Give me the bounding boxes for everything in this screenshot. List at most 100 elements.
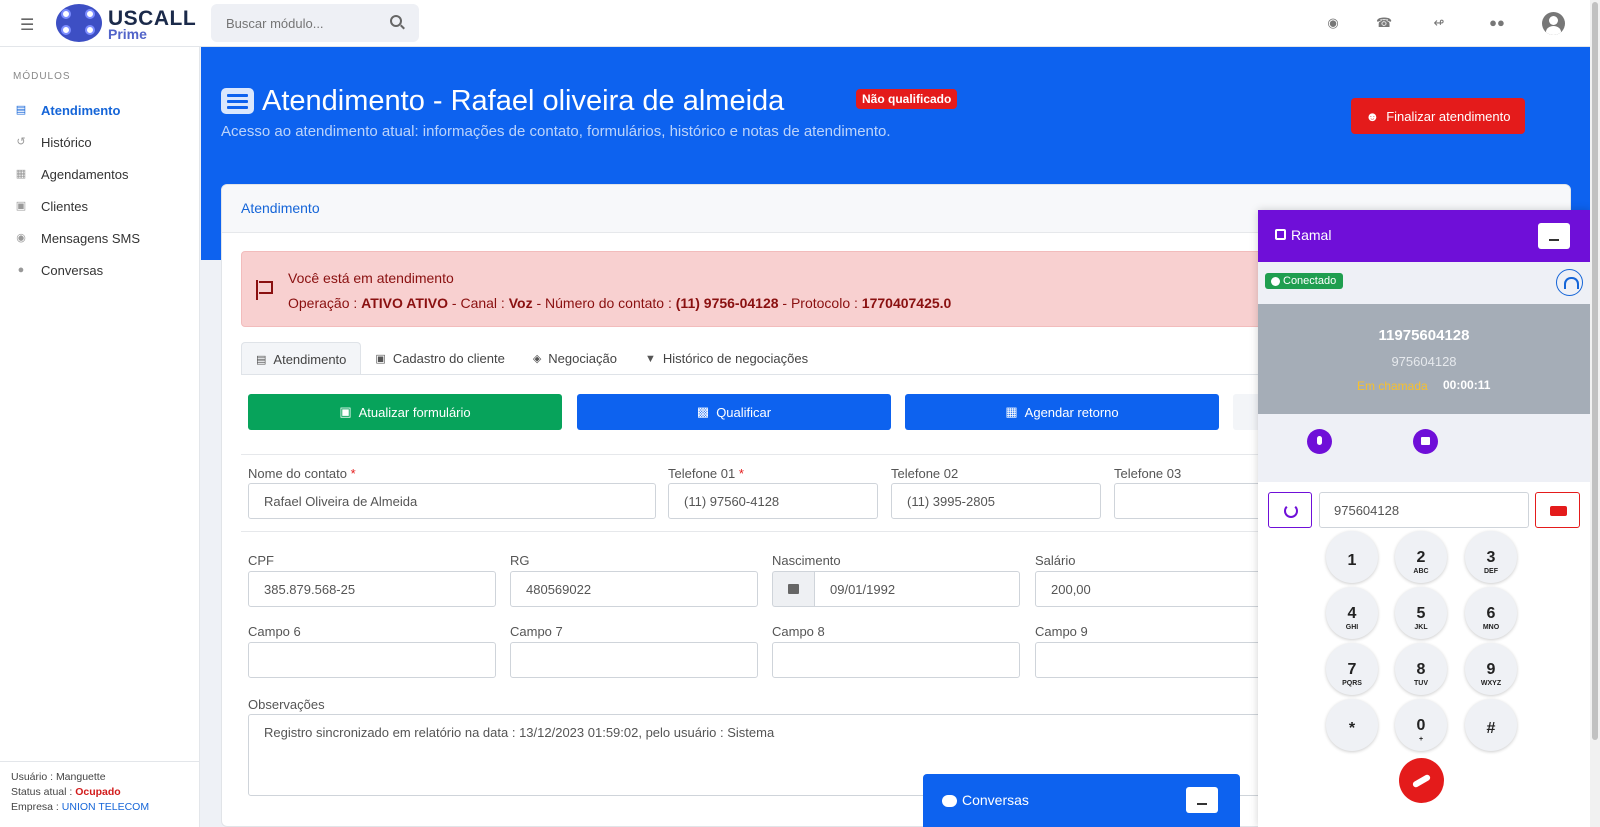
speaker-icon[interactable] xyxy=(1413,429,1438,454)
finalizar-atendimento-button[interactable]: ☻ Finalizar atendimento xyxy=(1351,98,1525,134)
flag-icon xyxy=(256,280,274,300)
sidebar-item-clientes[interactable]: ▣ Clientes xyxy=(0,193,200,219)
rg-label: RG xyxy=(510,553,530,568)
tel3-field[interactable] xyxy=(1114,483,1274,519)
tel2-field[interactable]: (11) 3995-2805 xyxy=(891,483,1101,519)
hangup-button[interactable] xyxy=(1399,758,1444,803)
dial-key[interactable]: * xyxy=(1326,699,1378,751)
dial-key-digit: * xyxy=(1348,720,1356,737)
ramal-title: Ramal xyxy=(1291,227,1332,243)
tel1-field[interactable]: (11) 97560-4128 xyxy=(668,483,878,519)
tab-cadastro-cliente[interactable]: ▣ Cadastro do cliente xyxy=(361,342,518,375)
tel3-label: Telefone 03 xyxy=(1114,466,1182,481)
campo8-label: Campo 8 xyxy=(772,624,825,639)
phone-icon[interactable]: ☎ xyxy=(1376,15,1392,31)
cpf-label: CPF xyxy=(248,553,274,568)
logo-mark-icon xyxy=(56,4,102,42)
sidebar-item-atendimento[interactable]: ▤ Atendimento xyxy=(0,97,200,123)
list-icon xyxy=(221,88,254,114)
bell-icon[interactable]: ◉ xyxy=(1325,15,1341,31)
call-number: 11975604128 xyxy=(1378,327,1470,344)
dial-key[interactable]: 7 PQRS xyxy=(1326,643,1378,695)
sidebar-item-agendamentos[interactable]: ▦ Agendamentos xyxy=(0,161,200,187)
tab-historico-negociacoes[interactable]: ▼ Histórico de negociações xyxy=(631,342,822,375)
handshake-icon[interactable]: ↫ xyxy=(1431,15,1447,31)
conversas-widget[interactable]: Conversas xyxy=(923,774,1240,827)
search-icon[interactable] xyxy=(390,15,402,27)
dial-key[interactable]: 8 TUV xyxy=(1395,643,1447,695)
dial-key[interactable]: 3 DEF xyxy=(1465,531,1517,583)
alert-title: Você está em atendimento xyxy=(288,270,454,286)
numero-label: - Número do contato : xyxy=(532,295,676,311)
campo9-label: Campo 9 xyxy=(1035,624,1088,639)
sidebar-item-label: Mensagens SMS xyxy=(41,230,140,246)
campo6-field[interactable] xyxy=(248,642,496,678)
list-icon: ▤ xyxy=(256,353,267,366)
finalizar-label: Finalizar atendimento xyxy=(1386,108,1511,124)
logo[interactable]: USCALL Prime xyxy=(56,3,196,43)
nascimento-field[interactable]: 09/01/1992 xyxy=(814,571,1020,607)
cpf-field[interactable]: 385.879.568-25 xyxy=(248,571,496,607)
dial-key-letters: PQRS xyxy=(1342,679,1362,687)
status-line: Status atual : Ocupado xyxy=(11,785,189,800)
rg-field[interactable]: 480569022 xyxy=(510,571,758,607)
salario-field[interactable]: 200,00 xyxy=(1035,571,1274,607)
qualificar-button[interactable]: ▩ Qualificar xyxy=(577,394,891,430)
required-mark: * xyxy=(350,466,356,481)
microphone-icon[interactable] xyxy=(1307,429,1332,454)
dial-key[interactable]: 4 GHI xyxy=(1326,587,1378,639)
campo8-field[interactable] xyxy=(772,642,1020,678)
ramal-header: Ramal xyxy=(1258,210,1590,262)
observacoes-label: Observações xyxy=(248,697,325,712)
divider xyxy=(241,454,1281,455)
tab-bar: ▤ Atendimento ▣ Cadastro do cliente ◈ Ne… xyxy=(241,342,822,375)
user-line: Usuário : Manguette xyxy=(11,770,189,785)
sidebar-item-mensagens-sms[interactable]: ◉ Mensagens SMS xyxy=(0,225,200,251)
nome-field[interactable]: Rafael Oliveira de Almeida xyxy=(248,483,656,519)
tab-label: Atendimento xyxy=(273,351,347,367)
ramal-panel: Ramal Conectado 11975604128 975604128 Em… xyxy=(1258,210,1590,827)
campo6-label: Campo 6 xyxy=(248,624,301,639)
tab-atendimento[interactable]: ▤ Atendimento xyxy=(241,342,362,375)
atualizar-formulario-button[interactable]: ▣ Atualizar formulário xyxy=(248,394,562,430)
dial-key-digit: 7 xyxy=(1347,660,1357,678)
users-icon[interactable]: ●● xyxy=(1489,15,1505,31)
brand-subtitle: Prime xyxy=(108,26,147,42)
canal-value: Voz xyxy=(508,295,533,311)
page-scrollbar[interactable] xyxy=(1590,0,1600,827)
dial-key[interactable]: 1 xyxy=(1326,531,1378,583)
dial-key[interactable]: 9 WXYZ xyxy=(1465,643,1517,695)
dial-key[interactable]: 0 + xyxy=(1395,699,1447,751)
nome-label-text: Nome do contato xyxy=(248,466,348,481)
numero-value: (11) 9756-04128 xyxy=(675,295,779,311)
dial-key[interactable]: 5 JKL xyxy=(1395,587,1447,639)
avatar-icon[interactable] xyxy=(1542,12,1565,35)
calendar-icon[interactable] xyxy=(772,571,814,607)
top-bar: ☰ USCALL Prime ◉ ☎ ↫ ●● xyxy=(0,0,1590,47)
search-input[interactable] xyxy=(211,4,419,42)
campo7-label: Campo 7 xyxy=(510,624,563,639)
agendar-retorno-button[interactable]: ▦ Agendar retorno xyxy=(905,394,1219,430)
company-value: UNION TELECOM xyxy=(61,801,150,813)
scrollbar-thumb[interactable] xyxy=(1592,2,1598,740)
dial-key[interactable]: 2 ABC xyxy=(1395,531,1447,583)
minimize-button[interactable] xyxy=(1538,223,1570,249)
dial-key[interactable]: 6 MNO xyxy=(1465,587,1517,639)
campo7-field[interactable] xyxy=(510,642,758,678)
page-subtitle: Acesso ao atendimento atual: informações… xyxy=(221,123,891,140)
backspace-button[interactable] xyxy=(1535,492,1580,528)
tab-negociacao[interactable]: ◈ Negociação xyxy=(519,342,631,375)
headset-icon[interactable] xyxy=(1556,269,1583,296)
hamburger-menu-icon[interactable]: ☰ xyxy=(20,15,34,35)
minimize-button[interactable] xyxy=(1186,787,1218,813)
redial-button[interactable] xyxy=(1268,492,1312,528)
call-extension: 975604128 xyxy=(1391,354,1457,369)
call-info: 11975604128 975604128 Em chamada 00:00:1… xyxy=(1258,304,1590,414)
sidebar-item-historico[interactable]: ↺ Histórico xyxy=(0,129,200,155)
sidebar-item-conversas[interactable]: ● Conversas xyxy=(0,257,200,283)
dial-key[interactable]: # xyxy=(1465,699,1517,751)
dial-key-digit: # xyxy=(1486,720,1496,737)
dial-input[interactable]: 975604128 xyxy=(1319,492,1529,528)
campo9-field[interactable] xyxy=(1035,642,1274,678)
call-state: Em chamada xyxy=(1357,379,1428,393)
